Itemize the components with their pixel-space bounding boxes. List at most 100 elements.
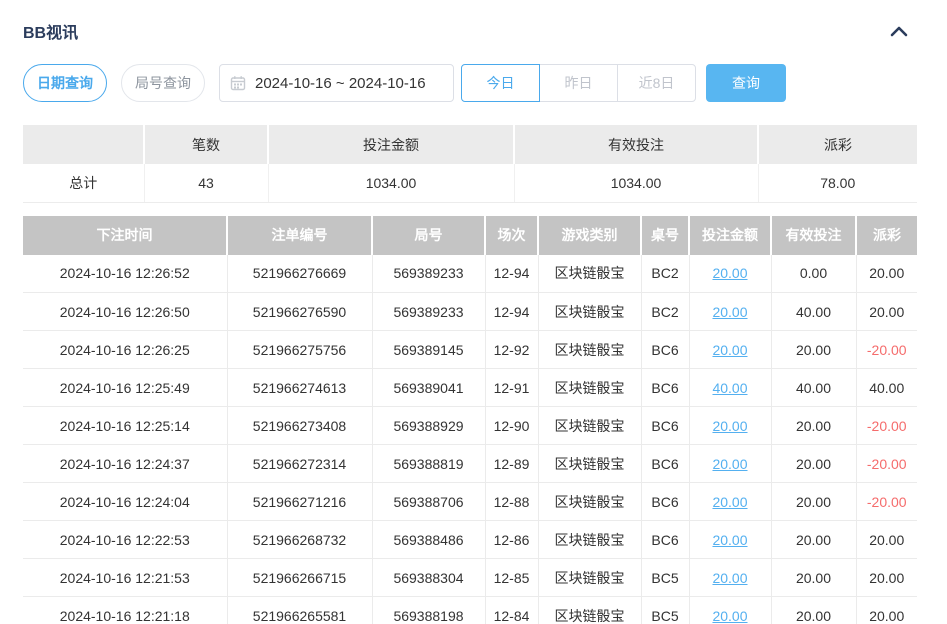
valid-bet-cell: 20.00: [771, 407, 856, 445]
bet-amount-cell: 20.00: [689, 483, 771, 521]
bet-amount-link[interactable]: 20.00: [712, 265, 747, 281]
payout-cell: 20.00: [856, 293, 917, 331]
order-no-cell: 521966266715: [227, 559, 372, 597]
table-no-cell: BC6: [641, 331, 689, 369]
payout-cell: -20.00: [856, 331, 917, 369]
bet-amount-link[interactable]: 20.00: [712, 342, 747, 358]
round-no-cell: 569389233: [372, 293, 485, 331]
table-row: 2024-10-16 12:26:52 521966276669 5693892…: [23, 255, 917, 293]
valid-bet-cell: 40.00: [771, 293, 856, 331]
bet-amount-link[interactable]: 20.00: [712, 456, 747, 472]
table-row: 2024-10-16 12:26:25 521966275756 5693891…: [23, 331, 917, 369]
order-no-cell: 521966274613: [227, 369, 372, 407]
round-no-cell: 569388819: [372, 445, 485, 483]
valid-bet-cell: 20.00: [771, 483, 856, 521]
table-row: 2024-10-16 12:26:50 521966276590 5693892…: [23, 293, 917, 331]
date-range-value: 2024-10-16 ~ 2024-10-16: [255, 75, 426, 92]
order-no-cell: 521966276669: [227, 255, 372, 293]
bet-time-cell: 2024-10-16 12:26:25: [23, 331, 227, 369]
date-range-input[interactable]: 2024-10-16 ~ 2024-10-16: [219, 64, 454, 102]
summary-total-count: 43: [144, 164, 268, 202]
table-no-cell: BC6: [641, 407, 689, 445]
payout-cell: 20.00: [856, 255, 917, 293]
records-table-body: 2024-10-16 12:26:52 521966276669 5693892…: [23, 255, 917, 624]
game-type-cell: 区块链骰宝: [538, 369, 641, 407]
bet-time-cell: 2024-10-16 12:26:50: [23, 293, 227, 331]
summary-header-payout: 派彩: [758, 125, 917, 164]
table-row: 2024-10-16 12:25:49 521966274613 5693890…: [23, 369, 917, 407]
bet-amount-cell: 20.00: [689, 521, 771, 559]
collapse-button[interactable]: [887, 21, 911, 41]
betting-records-panel: BB视讯 日期查询 局号查询: [0, 0, 947, 624]
table-no-cell: BC6: [641, 445, 689, 483]
bet-time-cell: 2024-10-16 12:22:53: [23, 521, 227, 559]
bet-amount-link[interactable]: 20.00: [712, 418, 747, 434]
bet-amount-link[interactable]: 40.00: [712, 380, 747, 396]
bet-amount-cell: 20.00: [689, 559, 771, 597]
payout-cell: -20.00: [856, 483, 917, 521]
table-row: 2024-10-16 12:24:37 521966272314 5693888…: [23, 445, 917, 483]
filter-toolbar: 日期查询 局号查询 2024-10-16 ~ 2024-10-16 今日: [23, 64, 917, 102]
round-query-tab[interactable]: 局号查询: [121, 64, 205, 102]
bet-amount-cell: 20.00: [689, 407, 771, 445]
payout-cell: 20.00: [856, 559, 917, 597]
session-cell: 12-89: [485, 445, 538, 483]
table-row: 2024-10-16 12:25:14 521966273408 5693889…: [23, 407, 917, 445]
session-cell: 12-90: [485, 407, 538, 445]
quick-range-yesterday[interactable]: 昨日: [539, 64, 618, 102]
bet-time-cell: 2024-10-16 12:24:04: [23, 483, 227, 521]
bet-time-cell: 2024-10-16 12:21:53: [23, 559, 227, 597]
round-no-cell: 569388304: [372, 559, 485, 597]
page-title: BB视讯: [23, 19, 78, 43]
chevron-up-icon: [890, 25, 908, 37]
game-type-cell: 区块链骰宝: [538, 559, 641, 597]
summary-total-row: 总计 43 1034.00 1034.00 78.00: [23, 164, 917, 202]
quick-range-group: 今日 昨日 近8日: [461, 64, 696, 102]
game-type-cell: 区块链骰宝: [538, 293, 641, 331]
header-session: 场次: [485, 216, 538, 255]
game-type-cell: 区块链骰宝: [538, 597, 641, 624]
quick-range-last8days[interactable]: 近8日: [617, 64, 696, 102]
summary-header-valid-bet: 有效投注: [514, 125, 758, 164]
order-no-cell: 521966272314: [227, 445, 372, 483]
session-cell: 12-94: [485, 255, 538, 293]
header-game-type: 游戏类别: [538, 216, 641, 255]
valid-bet-cell: 20.00: [771, 521, 856, 559]
header-order-no: 注单编号: [227, 216, 372, 255]
header-valid-bet: 有效投注: [771, 216, 856, 255]
summary-table: 笔数 投注金额 有效投注 派彩 总计 43 1034.00 1034.00 78…: [23, 125, 917, 203]
date-query-tab[interactable]: 日期查询: [23, 64, 107, 102]
table-no-cell: BC2: [641, 255, 689, 293]
search-button[interactable]: 查询: [706, 64, 786, 102]
table-no-cell: BC6: [641, 483, 689, 521]
bet-amount-link[interactable]: 20.00: [712, 494, 747, 510]
table-no-cell: BC6: [641, 369, 689, 407]
table-no-cell: BC5: [641, 597, 689, 624]
bet-amount-cell: 20.00: [689, 331, 771, 369]
bet-amount-link[interactable]: 20.00: [712, 608, 747, 624]
bet-time-cell: 2024-10-16 12:24:37: [23, 445, 227, 483]
bet-amount-link[interactable]: 20.00: [712, 570, 747, 586]
quick-range-today[interactable]: 今日: [461, 64, 540, 102]
header-bet-amount: 投注金额: [689, 216, 771, 255]
summary-total-payout: 78.00: [758, 164, 917, 202]
header-payout: 派彩: [856, 216, 917, 255]
session-cell: 12-94: [485, 293, 538, 331]
payout-cell: 20.00: [856, 597, 917, 624]
bet-amount-link[interactable]: 20.00: [712, 532, 747, 548]
valid-bet-cell: 20.00: [771, 331, 856, 369]
bet-amount-link[interactable]: 20.00: [712, 304, 747, 320]
game-type-cell: 区块链骰宝: [538, 407, 641, 445]
game-type-cell: 区块链骰宝: [538, 483, 641, 521]
bet-time-cell: 2024-10-16 12:21:18: [23, 597, 227, 624]
table-row: 2024-10-16 12:24:04 521966271216 5693887…: [23, 483, 917, 521]
payout-cell: -20.00: [856, 445, 917, 483]
table-row: 2024-10-16 12:21:18 521966265581 5693881…: [23, 597, 917, 624]
round-no-cell: 569388198: [372, 597, 485, 624]
table-row: 2024-10-16 12:22:53 521966268732 5693884…: [23, 521, 917, 559]
valid-bet-cell: 0.00: [771, 255, 856, 293]
round-no-cell: 569389041: [372, 369, 485, 407]
bet-time-cell: 2024-10-16 12:25:14: [23, 407, 227, 445]
table-no-cell: BC2: [641, 293, 689, 331]
table-no-cell: BC6: [641, 521, 689, 559]
